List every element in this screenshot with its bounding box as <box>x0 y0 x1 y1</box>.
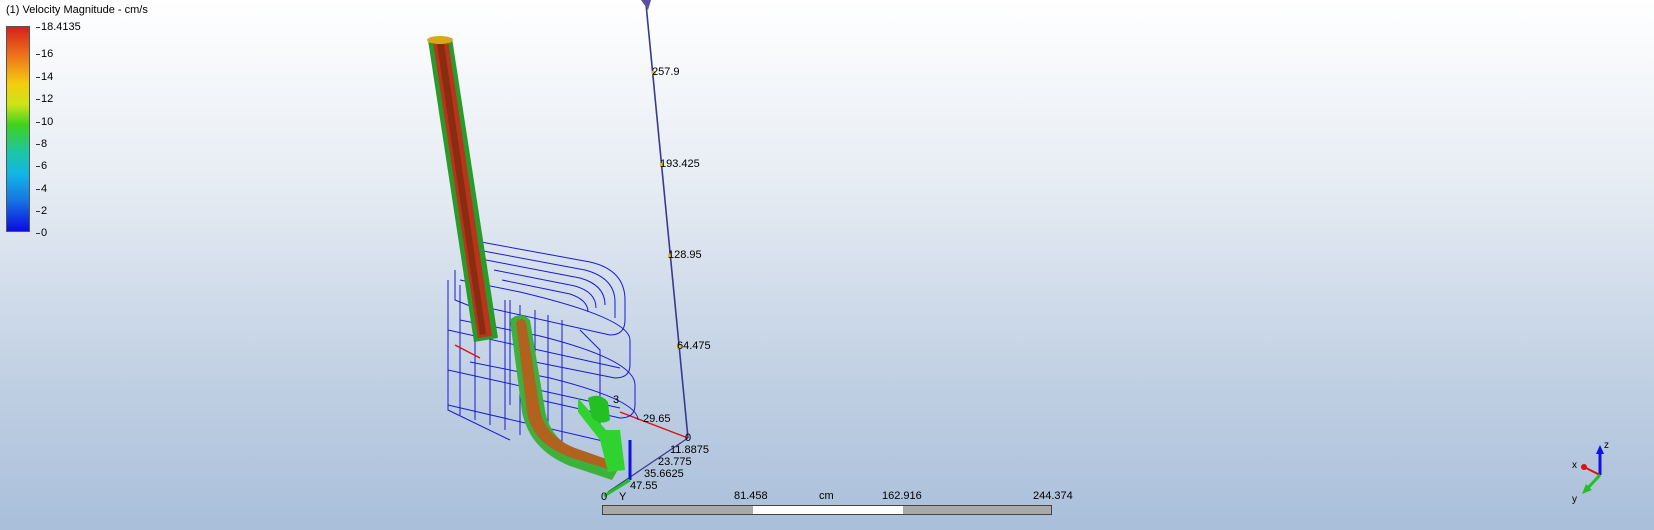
scale-bar <box>602 505 1052 515</box>
origin-y-label: Y <box>619 491 627 503</box>
scale-label-2: 162.916 <box>882 490 922 502</box>
vertical-axis-label-4: 64.475 <box>677 340 711 352</box>
vertical-axis-label-3: 128.95 <box>668 249 702 261</box>
scale-label-3: 244.374 <box>1033 490 1073 502</box>
vertical-axis-label-5: 0 <box>685 432 692 444</box>
stack-pipe-top <box>427 36 453 44</box>
side-axis-label-5: 3 <box>613 394 620 406</box>
triad-x-label: x <box>1572 460 1577 471</box>
side-axis-label-4: 47.55 <box>630 480 658 492</box>
scale-label-0: 0 <box>601 491 608 503</box>
side-axis-label-1: 11.8875 <box>670 444 709 456</box>
vertical-axis-label-1: 257.9 <box>652 66 680 78</box>
scale-bar-middle-segment <box>753 506 903 514</box>
scale-unit-label: cm <box>819 490 834 502</box>
triad-y-label: y <box>1572 494 1577 505</box>
triad-z-label: z <box>1604 440 1609 451</box>
side-axis-label-2: 23.775 <box>658 456 692 468</box>
red-axis-label: 29.65 <box>643 413 671 425</box>
vertical-axis-label-2: 193.425 <box>660 158 700 170</box>
side-axis-label-3: 35.6625 <box>644 468 684 480</box>
local-x-arrow <box>454 344 481 359</box>
scale-label-1: 81.458 <box>734 490 768 502</box>
stack-pipe-core-dark <box>437 43 486 335</box>
cfd-viewport[interactable] <box>0 0 1654 530</box>
